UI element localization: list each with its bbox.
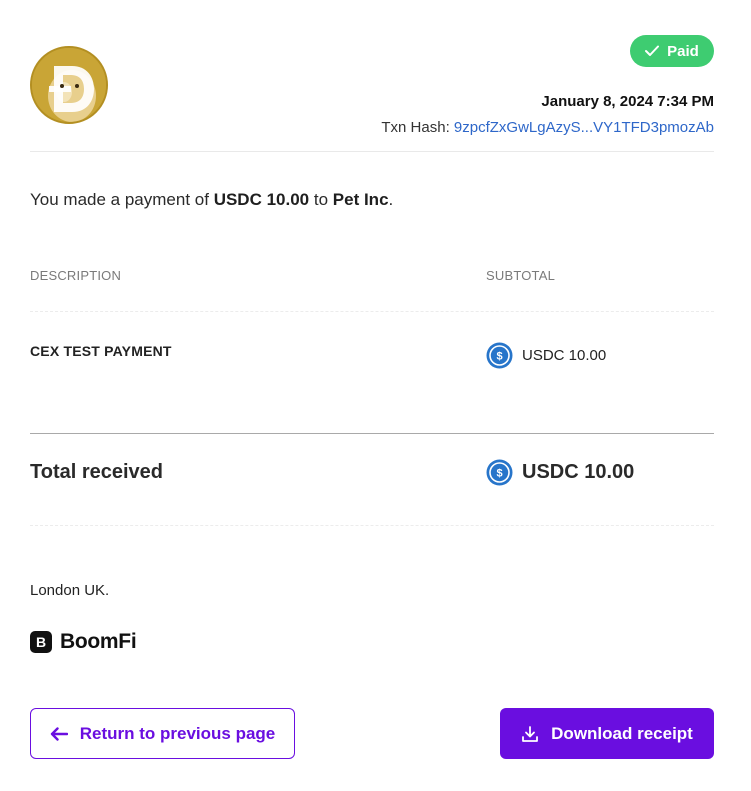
return-button-label: Return to previous page	[79, 723, 276, 743]
txn-hash-row: Txn Hash: 9zpcfZxGwLgAzyS...VY1TFD3pmozA…	[381, 119, 714, 136]
arrow-left-icon	[50, 726, 68, 741]
item-subtotal-value: USDC 10.00	[522, 347, 607, 364]
download-receipt-button[interactable]: Download receipt	[500, 708, 714, 759]
status-label: Paid	[667, 42, 699, 60]
payment-summary: You made a payment of USDC 10.00 to Pet …	[30, 190, 393, 210]
summary-prefix: You made a payment of	[30, 190, 209, 209]
summary-amount: USDC 10.00	[213, 190, 310, 209]
summary-middle: to	[313, 190, 329, 209]
status-badge: Paid	[630, 35, 714, 67]
txn-hash-link[interactable]: 9zpcfZxGwLgAzyS...VY1TFD3pmozAb	[454, 119, 714, 136]
summary-recipient: Pet Inc	[332, 190, 389, 209]
total-amount: USDC 10.00	[522, 461, 635, 483]
merchant-address: London UK.	[30, 582, 110, 599]
total-value: $ USDC 10.00	[486, 459, 634, 486]
payment-date: January 8, 2024 7:34 PM	[541, 93, 714, 110]
item-subtotal: $ USDC 10.00	[486, 342, 606, 369]
return-button[interactable]: Return to previous page	[30, 708, 295, 759]
boomfi-logo-icon: B	[30, 631, 52, 653]
download-button-label: Download receipt	[551, 723, 693, 743]
usdc-coin-icon: $	[486, 342, 513, 369]
brand-name: BoomFi	[60, 630, 137, 653]
txn-hash-label: Txn Hash:	[381, 119, 450, 136]
svg-text:$: $	[496, 468, 502, 480]
column-header-description: DESCRIPTION	[30, 268, 122, 283]
table-header-divider	[30, 311, 714, 312]
svg-text:$: $	[496, 351, 502, 363]
item-description: CEX TEST PAYMENT	[30, 343, 172, 359]
brand-logo: B BoomFi	[30, 630, 137, 654]
usdc-coin-icon: $	[486, 459, 513, 486]
summary-suffix: .	[388, 190, 394, 209]
header-divider	[30, 151, 714, 152]
column-header-subtotal: SUBTOTAL	[486, 268, 556, 283]
total-divider	[30, 433, 714, 434]
footer-divider	[30, 525, 714, 526]
check-icon	[645, 45, 660, 57]
doge-logo-icon	[30, 46, 108, 124]
download-icon	[521, 725, 539, 743]
total-label: Total received	[30, 461, 164, 483]
